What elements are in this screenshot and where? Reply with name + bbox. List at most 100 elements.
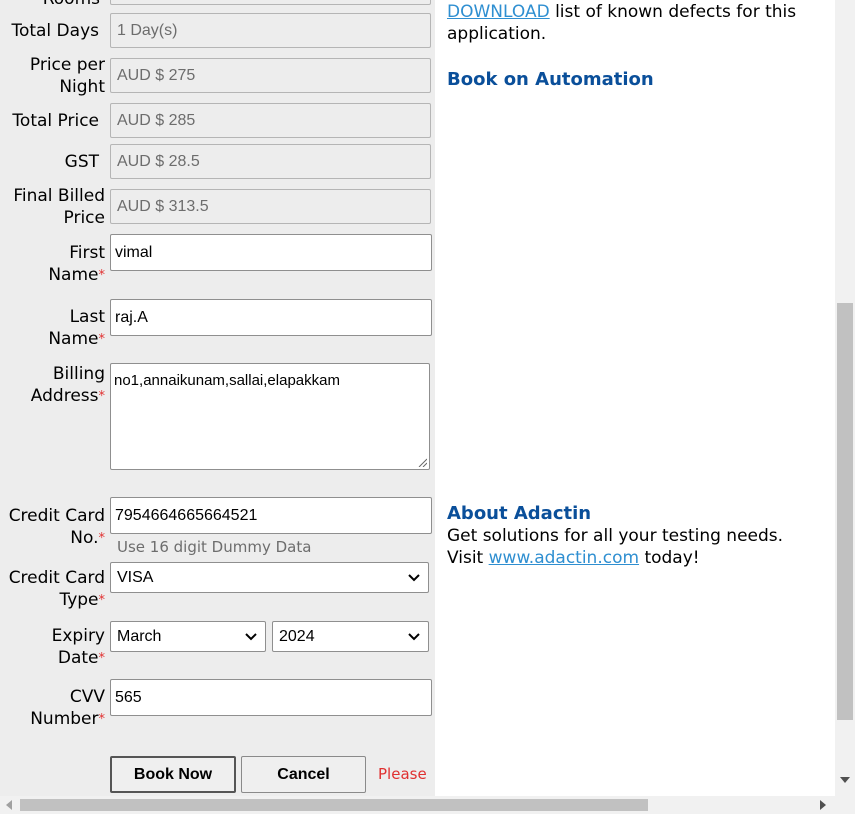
download-text-2: application.	[447, 24, 547, 44]
rooms-field	[110, 0, 431, 5]
final-billed-price-label: Final Billed Price	[0, 185, 105, 229]
credit-card-type-label-text: Type	[59, 590, 99, 610]
total-days-value: 1 Day(s)	[117, 21, 178, 39]
gst-value: AUD $ 28.5	[117, 152, 200, 170]
credit-card-no-label-line1: Credit Card	[8, 506, 105, 526]
credit-card-no-label-text: No.	[70, 528, 99, 548]
chevron-down-icon	[408, 573, 420, 581]
cvv-input[interactable]: 565	[110, 679, 432, 716]
billing-address-textarea[interactable]: no1,annaikunam,sallai,elapakkam	[110, 363, 430, 470]
gst-label: GST	[64, 152, 99, 172]
credit-card-type-select[interactable]: VISA	[110, 562, 429, 593]
total-days-label: Total Days	[11, 21, 99, 41]
chevron-down-icon	[408, 632, 420, 640]
last-name-input[interactable]: raj.A	[110, 299, 432, 336]
download-text-1: list of known defects for this	[549, 2, 797, 22]
credit-card-hint: Use 16 digit Dummy Data	[117, 538, 312, 556]
rooms-label: Rooms	[40, 0, 100, 10]
defects-text: DOWNLOAD list of known defects for this …	[447, 1, 827, 45]
billing-address-label: Billing Address*	[0, 363, 105, 407]
billing-address-label-text: Address	[30, 386, 99, 406]
required-marker: *	[98, 389, 106, 404]
vertical-scrollbar[interactable]	[835, 0, 855, 796]
credit-card-no-input[interactable]: 7954664665664521	[110, 497, 432, 534]
vertical-scroll-thumb[interactable]	[837, 303, 853, 720]
price-per-night-value: AUD $ 275	[117, 66, 196, 84]
about-text: Get solutions for all your testing needs…	[447, 526, 784, 546]
total-price-label: Total Price	[12, 111, 99, 131]
credit-card-type-label-line1: Credit Card	[8, 568, 105, 588]
scroll-arrow-icon[interactable]	[840, 776, 850, 784]
required-marker: *	[98, 268, 106, 283]
visit-prefix: Visit	[447, 548, 489, 568]
required-marker: *	[98, 593, 106, 608]
last-name-label: Last Name*	[0, 306, 105, 350]
credit-card-type-label-line2: Type*	[0, 589, 105, 611]
visit-suffix: today!	[639, 548, 700, 568]
final-billed-price-field: AUD $ 313.5	[110, 189, 431, 224]
please-message: Please	[378, 765, 427, 783]
cancel-button[interactable]: Cancel	[241, 756, 366, 793]
total-days-field: 1 Day(s)	[110, 13, 431, 48]
price-per-night-label: Price per Night	[0, 54, 105, 98]
expiry-date-label-text: Date	[57, 648, 99, 668]
expiry-date-label-line1: Expiry	[51, 626, 105, 646]
final-billed-price-label-line1: Final Billed	[13, 186, 105, 206]
required-marker: *	[98, 531, 106, 546]
scrollbar-corner	[835, 796, 855, 814]
gst-field: AUD $ 28.5	[110, 144, 431, 179]
total-price-value: AUD $ 285	[117, 111, 196, 129]
chevron-down-icon	[245, 632, 257, 640]
price-per-night-label-line1: Price per	[29, 55, 105, 75]
credit-card-no-label-line2: No.*	[0, 527, 105, 549]
visit-text: Visit www.adactin.com today!	[447, 547, 832, 569]
last-name-label-line2: Name*	[0, 328, 105, 350]
first-name-label-text: Name	[48, 265, 99, 285]
horizontal-scroll-thumb[interactable]	[20, 799, 648, 811]
cvv-label-line1: CVV	[69, 687, 105, 707]
price-per-night-field: AUD $ 275	[110, 58, 431, 93]
first-name-value: vimal	[115, 243, 153, 261]
cvv-label: CVV Number*	[0, 686, 105, 730]
cvv-value: 565	[115, 688, 142, 706]
cvv-label-text: Number	[30, 709, 99, 729]
first-name-label: First Name*	[0, 242, 105, 286]
expiry-date-label-line2: Date*	[0, 647, 105, 669]
expiry-month-value: March	[117, 627, 162, 645]
credit-card-no-label: Credit Card No.*	[0, 505, 105, 549]
scroll-arrow-icon[interactable]	[819, 800, 827, 810]
billing-address-value: no1,annaikunam,sallai,elapakkam	[114, 372, 340, 389]
download-link[interactable]: DOWNLOAD	[447, 2, 550, 22]
first-name-input[interactable]: vimal	[110, 234, 432, 271]
info-sidebar: DOWNLOAD list of known defects for this …	[435, 0, 835, 796]
credit-card-type-label: Credit Card Type*	[0, 567, 105, 611]
cvv-label-line2: Number*	[0, 708, 105, 730]
final-billed-price-value: AUD $ 313.5	[117, 197, 209, 215]
final-billed-price-label-line2: Price	[63, 208, 105, 228]
expiry-year-value: 2024	[279, 627, 315, 645]
total-price-field: AUD $ 285	[110, 103, 431, 138]
billing-address-label-line1: Billing	[52, 364, 105, 384]
required-marker: *	[98, 651, 106, 666]
book-on-automation-heading[interactable]: Book on Automation	[447, 69, 654, 90]
expiry-year-select[interactable]: 2024	[272, 621, 429, 652]
resize-grip-icon[interactable]	[417, 457, 427, 467]
last-name-label-text: Name	[48, 329, 99, 349]
adactin-website-link[interactable]: www.adactin.com	[489, 548, 639, 568]
expiry-month-select[interactable]: March	[110, 621, 266, 652]
first-name-label-line2: Name*	[0, 264, 105, 286]
last-name-value: raj.A	[115, 308, 148, 326]
scroll-arrow-icon[interactable]	[5, 800, 13, 810]
booking-form-panel: Rooms Total Days 1 Day(s) Price per Nigh…	[0, 0, 435, 796]
book-now-button[interactable]: Book Now	[110, 756, 236, 793]
horizontal-scrollbar[interactable]	[0, 796, 835, 814]
required-marker: *	[98, 712, 106, 727]
required-marker: *	[98, 332, 106, 347]
price-per-night-label-line2: Night	[59, 77, 105, 97]
last-name-label-line1: Last	[69, 307, 105, 327]
expiry-date-label: Expiry Date*	[0, 625, 105, 669]
credit-card-type-value: VISA	[117, 568, 154, 586]
billing-address-label-line2: Address*	[0, 385, 105, 407]
first-name-label-line1: First	[69, 243, 105, 263]
about-adactin-heading: About Adactin	[447, 503, 592, 524]
